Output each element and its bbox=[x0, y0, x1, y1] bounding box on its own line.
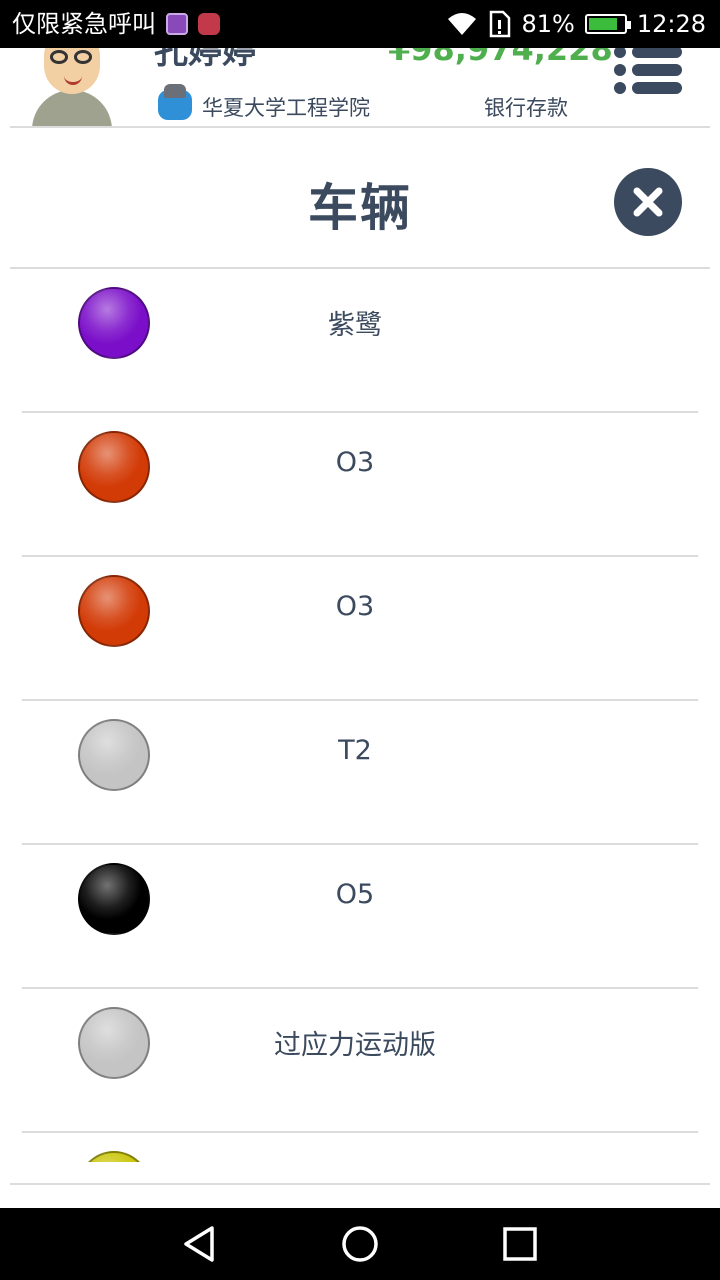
back-icon[interactable] bbox=[180, 1224, 220, 1264]
clock: 12:28 bbox=[636, 10, 706, 38]
vehicle-color-swatch bbox=[78, 1151, 150, 1162]
list-item[interactable]: O3 bbox=[0, 413, 720, 557]
avatar[interactable] bbox=[30, 48, 114, 128]
username: 孔婷婷 bbox=[154, 48, 256, 72]
vehicle-name: 过应力运动版 bbox=[274, 1030, 436, 1061]
list-bottom-divider bbox=[10, 1183, 710, 1185]
list-item[interactable]: O3 bbox=[0, 557, 720, 701]
wifi-icon bbox=[448, 13, 477, 35]
battery-icon bbox=[584, 14, 631, 34]
close-button[interactable] bbox=[614, 168, 682, 236]
panel-title-bar: 车辆 bbox=[0, 128, 720, 268]
sim-icon bbox=[490, 10, 511, 38]
menu-icon[interactable] bbox=[612, 48, 686, 94]
vehicle-name: 紫鹭 bbox=[328, 310, 382, 341]
vehicle-name: O5 bbox=[335, 879, 375, 910]
list-item[interactable]: 过应力运动版 bbox=[0, 989, 720, 1133]
school-bag-icon bbox=[158, 84, 192, 120]
school-name: 华夏大学工程学院 bbox=[202, 96, 370, 120]
profile-header: 孔婷婷 ¥98,974,228 华夏大学工程学院 银行存款 bbox=[0, 48, 720, 128]
list-item[interactable]: T2 bbox=[0, 701, 720, 845]
page-title: 车辆 bbox=[308, 179, 412, 237]
app-notification-icon bbox=[198, 13, 220, 35]
vehicle-name: T2 bbox=[338, 735, 372, 766]
status-bar: 仅限紧急呼叫 81% 12:28 bbox=[0, 0, 720, 48]
gallery-icon bbox=[166, 13, 188, 35]
battery-percent: 81% bbox=[521, 10, 575, 38]
vehicle-name: O3 bbox=[335, 591, 375, 622]
money-amount: ¥98,974,228 bbox=[388, 48, 613, 68]
network-status-text: 仅限紧急呼叫 bbox=[12, 10, 156, 38]
list-item[interactable]: 紫鹭 bbox=[0, 269, 720, 413]
close-icon bbox=[633, 187, 663, 217]
list-item[interactable]: O5 bbox=[0, 845, 720, 989]
navigation-bar bbox=[0, 1208, 720, 1280]
list-item[interactable] bbox=[0, 1133, 720, 1162]
vehicle-name: O3 bbox=[335, 447, 375, 478]
vehicle-list: 紫鹭 O3 O3 T2 O5 过应力运动版 bbox=[0, 269, 720, 1162]
deposit-label: 银行存款 bbox=[484, 96, 568, 120]
home-icon[interactable] bbox=[340, 1224, 380, 1264]
recent-apps-icon[interactable] bbox=[500, 1224, 540, 1264]
